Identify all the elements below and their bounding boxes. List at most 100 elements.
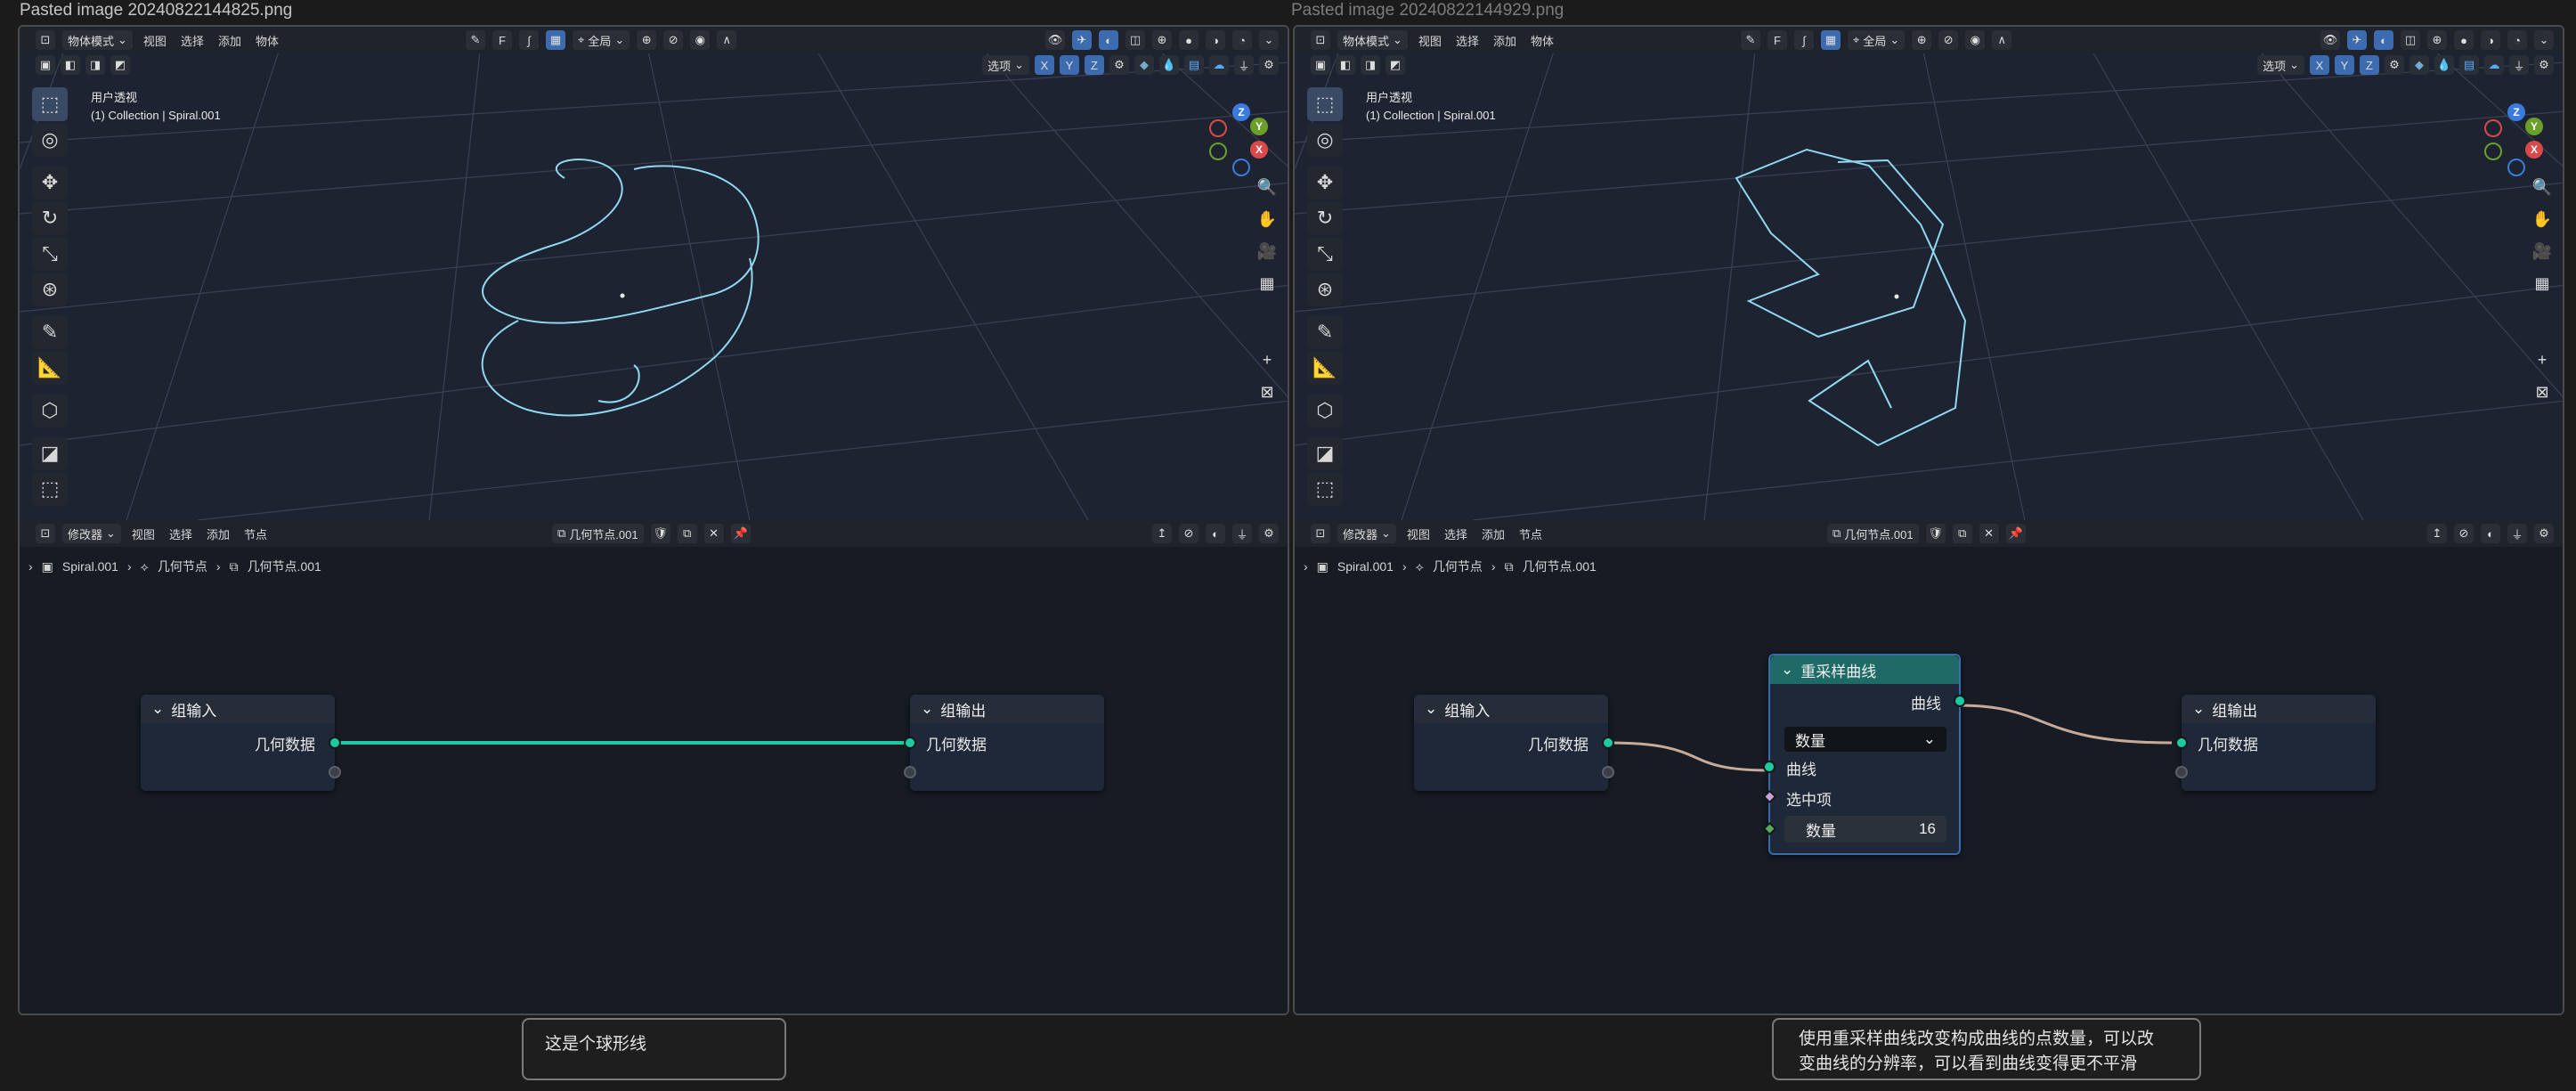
camera-icon[interactable]: ▤: [2459, 55, 2479, 75]
group-output-node[interactable]: ⌄ 组输出 几何数据: [904, 695, 1104, 791]
geometry-output-socket[interactable]: [329, 737, 341, 749]
select-mode-icon[interactable]: ▣: [36, 55, 55, 75]
pivot-icon[interactable]: ⊕: [1912, 30, 1932, 50]
z-axis-icon[interactable]: Z: [1232, 103, 1250, 121]
shading-dropdown-icon[interactable]: ⌄: [1259, 30, 1279, 50]
count-field[interactable]: 数量 16: [1784, 816, 1946, 843]
snap-icon[interactable]: ⊘: [663, 30, 684, 50]
settings-icon-2[interactable]: ⚙: [1259, 55, 1279, 75]
camera-view-icon[interactable]: 🎥: [2529, 237, 2556, 265]
collapse-chevron-icon[interactable]: ⌄: [921, 700, 933, 718]
filter-icon-a[interactable]: ◆: [2409, 55, 2429, 75]
empty-output-socket[interactable]: [1602, 766, 1614, 778]
rotate-tool-icon[interactable]: ↻: [32, 201, 68, 235]
curve-icon[interactable]: ∫: [518, 30, 539, 50]
collapse-chevron-icon[interactable]: ⌄: [151, 700, 164, 718]
extra-tool-icon-b[interactable]: ⬚: [1307, 472, 1343, 506]
eyedropper-icon[interactable]: ✎: [465, 30, 485, 50]
zoom-icon[interactable]: 🔍: [2529, 173, 2556, 201]
y-axis-icon[interactable]: Y: [1250, 118, 1268, 135]
collapse-chevron-icon[interactable]: ⌄: [1425, 700, 1437, 718]
group-output-node[interactable]: ⌄ 组输出 几何数据: [2175, 695, 2376, 791]
select-box-tool-icon[interactable]: ⬚: [1307, 87, 1343, 121]
orientation-dropdown[interactable]: ⌖ 全局 ⌄: [1847, 30, 1906, 50]
frame-selected-icon[interactable]: ⊠: [2529, 378, 2556, 406]
filter-toggle-icon[interactable]: ⏚: [1234, 55, 1254, 75]
group-input-node[interactable]: ⌄ 组输入 几何数据: [1414, 695, 1614, 791]
cursor-tool-icon[interactable]: ◎: [1307, 123, 1343, 157]
scale-tool-icon[interactable]: ⤡: [32, 237, 68, 271]
empty-input-socket[interactable]: [904, 766, 916, 778]
gizmo-toggle-icon[interactable]: ✈: [2347, 30, 2367, 50]
add-cube-tool-icon[interactable]: ⬡: [1307, 394, 1343, 427]
collapse-chevron-icon[interactable]: ⌄: [2192, 700, 2205, 718]
camera-view-icon[interactable]: 🎥: [1254, 237, 1280, 265]
solid-shading-icon[interactable]: ●: [1179, 30, 1199, 50]
eyedropper-icon[interactable]: ✎: [1740, 30, 1760, 50]
add-icon[interactable]: +: [2529, 346, 2556, 374]
mirror-x-button[interactable]: X: [1035, 55, 1054, 75]
font-icon[interactable]: F: [492, 30, 512, 50]
z-axis-icon[interactable]: Z: [2507, 103, 2525, 121]
proportional-icon[interactable]: ◉: [690, 30, 711, 50]
select-subtract-icon[interactable]: ◨: [1361, 55, 1380, 75]
pan-hand-icon[interactable]: ✋: [2529, 205, 2556, 233]
curve-input-socket[interactable]: [1763, 761, 1776, 773]
falloff-icon[interactable]: ∧: [717, 30, 737, 50]
options-dropdown[interactable]: 选项 ⌄: [982, 55, 1029, 75]
overlay-toggle-icon[interactable]: ◐: [1099, 30, 1118, 50]
menu-add[interactable]: 添加: [1490, 32, 1520, 49]
empty-output-socket[interactable]: [329, 766, 341, 778]
neg-z-axis-icon[interactable]: [1232, 159, 1250, 176]
menu-object[interactable]: 物体: [1527, 32, 1557, 49]
zoom-icon[interactable]: 🔍: [1254, 173, 1280, 201]
geometry-input-socket[interactable]: [2175, 737, 2188, 749]
grid-icon[interactable]: ▦: [1820, 30, 1841, 50]
visibility-icon[interactable]: 👁: [1045, 30, 1065, 50]
3d-viewport[interactable]: ⊡ 物体模式 ⌄ 视图 选择 添加 物体 ✎ F ∫ ▦ ⌖ 全局 ⌄ ⊕ ⊘ ◉ ∧…: [1295, 27, 2563, 520]
settings-icon[interactable]: ⚙: [2385, 55, 2404, 75]
mode-select[interactable]: 数量 ⌄: [1784, 727, 1946, 752]
annotate-tool-icon[interactable]: ✎: [32, 315, 68, 349]
move-tool-icon[interactable]: ✥: [32, 166, 68, 199]
menu-view[interactable]: 视图: [140, 32, 170, 49]
extra-tool-icon-b[interactable]: ⬚: [32, 472, 68, 506]
xray-icon[interactable]: ◫: [2401, 30, 2420, 50]
filter-icon-a[interactable]: ◆: [1134, 55, 1154, 75]
geometry-input-socket[interactable]: [904, 737, 916, 749]
proportional-icon[interactable]: ◉: [1965, 30, 1986, 50]
material-shading-icon[interactable]: ◑: [1206, 30, 1225, 50]
mirror-y-button[interactable]: Y: [2335, 55, 2354, 75]
select-invert-icon[interactable]: ◩: [110, 55, 130, 75]
move-tool-icon[interactable]: ✥: [1307, 166, 1343, 199]
select-subtract-icon[interactable]: ◨: [85, 55, 105, 75]
measure-tool-icon[interactable]: 📐: [1307, 351, 1343, 385]
drop-icon[interactable]: 💧: [2434, 55, 2454, 75]
neg-x-axis-icon[interactable]: [2484, 119, 2502, 137]
rendered-shading-icon[interactable]: ◔: [2507, 30, 2527, 50]
group-output-header[interactable]: ⌄ 组输出: [2182, 695, 2376, 723]
mirror-x-button[interactable]: X: [2310, 55, 2329, 75]
menu-view[interactable]: 视图: [1415, 32, 1445, 49]
menu-select[interactable]: 选择: [1452, 32, 1483, 49]
extra-tool-icon-a[interactable]: ◪: [1307, 436, 1343, 470]
menu-select[interactable]: 选择: [177, 32, 207, 49]
shading-dropdown-icon[interactable]: ⌄: [2534, 30, 2554, 50]
neg-x-axis-icon[interactable]: [1209, 119, 1227, 137]
group-input-node[interactable]: ⌄ 组输入 几何数据: [141, 695, 341, 791]
pivot-icon[interactable]: ⊕: [637, 30, 657, 50]
perspective-grid-icon[interactable]: ▦: [1254, 269, 1280, 297]
select-extend-icon[interactable]: ◧: [61, 55, 80, 75]
geometry-output-socket[interactable]: [1602, 737, 1614, 749]
editor-type-icon[interactable]: ⊡: [36, 30, 55, 50]
curve-output-socket[interactable]: [1954, 695, 1966, 707]
neg-z-axis-icon[interactable]: [2507, 159, 2525, 176]
camera-icon[interactable]: ▤: [1184, 55, 1204, 75]
mirror-z-button[interactable]: Z: [2360, 55, 2379, 75]
scale-tool-icon[interactable]: ⤡: [1307, 237, 1343, 271]
select-mode-icon[interactable]: ▣: [1311, 55, 1330, 75]
group-input-header[interactable]: ⌄ 组输入: [1414, 695, 1608, 723]
transform-tool-icon[interactable]: ⊛: [1307, 273, 1343, 306]
group-input-header[interactable]: ⌄ 组输入: [141, 695, 335, 723]
curve-icon[interactable]: ∫: [1793, 30, 1814, 50]
